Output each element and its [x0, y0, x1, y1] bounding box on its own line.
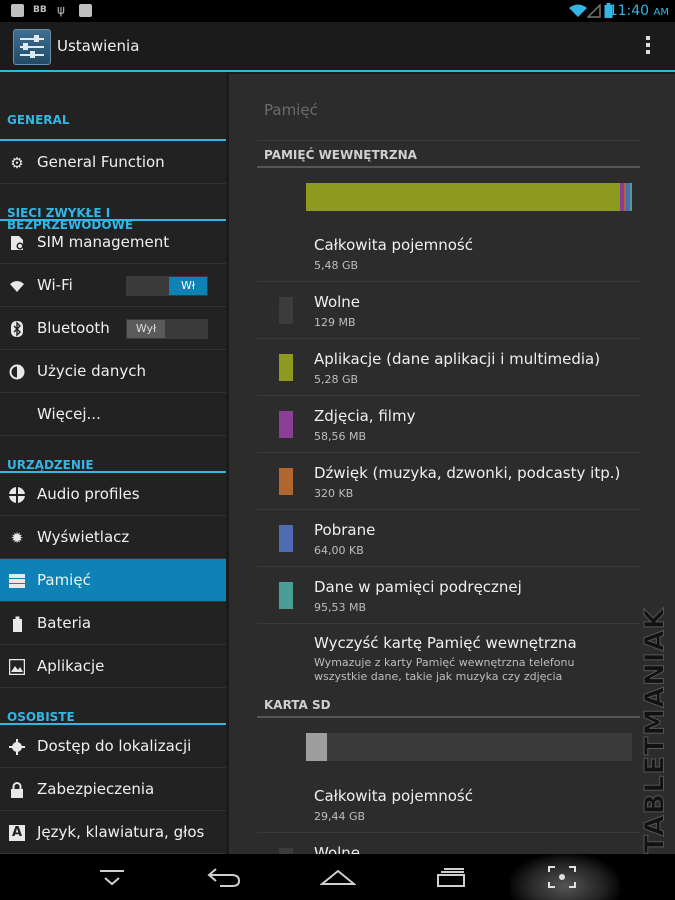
- overflow-menu-icon[interactable]: [645, 36, 651, 58]
- section-header-device: URZĄDZENIE: [0, 436, 226, 473]
- bbm-icon: BB: [33, 5, 47, 15]
- sidebar-item-battery[interactable]: Bateria: [0, 602, 226, 645]
- sd-usage-bar: [306, 733, 632, 761]
- divider: [257, 140, 640, 141]
- location-icon: [9, 739, 25, 755]
- color-swatch: [279, 525, 293, 552]
- recent-apps-icon[interactable]: [434, 864, 468, 890]
- sidebar-item-sim-management[interactable]: SIM management: [0, 221, 226, 264]
- gear-icon: ⚙: [10, 154, 24, 172]
- briefcase-icon: [79, 4, 92, 17]
- sidebar-item-bluetooth[interactable]: Bluetooth Wył: [0, 307, 226, 350]
- battery-icon: [9, 616, 25, 632]
- sidebar-item-apps[interactable]: Aplikacje: [0, 645, 226, 688]
- brightness-icon: ✹: [10, 529, 24, 547]
- data-usage-icon: [9, 364, 25, 380]
- usage-segment: [306, 733, 327, 761]
- storage-icon: [9, 573, 25, 589]
- sidebar-item-security[interactable]: Zabezpieczenia: [0, 768, 226, 811]
- bluetooth-toggle[interactable]: Wył: [126, 319, 208, 339]
- storage-row-downloads[interactable]: Pobrane 64,00 KB: [257, 510, 640, 567]
- sim-card-icon: [9, 235, 25, 251]
- lock-icon: [9, 782, 25, 798]
- hide-keyboard-icon[interactable]: [97, 864, 127, 890]
- clear-storage-row[interactable]: Wyczyść kartę Pamięć wewnętrzna Wymazuje…: [257, 624, 640, 689]
- sidebar-item-location[interactable]: Dostęp do lokalizacji: [0, 725, 226, 768]
- settings-sliders-icon[interactable]: [13, 29, 51, 65]
- color-swatch: [279, 468, 293, 495]
- color-swatch: [279, 582, 293, 609]
- apps-icon: [8, 658, 26, 676]
- settings-sidebar: GENERAL ⚙ General Function SIECI ZWYKŁE …: [0, 72, 226, 854]
- storage-panel: Pamięć PAMIĘĆ WEWNĘTRZNA Całkowita pojem…: [229, 74, 675, 854]
- clock: 11:40 AM: [608, 3, 669, 19]
- sidebar-item-wifi[interactable]: Wi-Fi Wł: [0, 264, 226, 307]
- internal-usage-bar: [306, 183, 632, 211]
- storage-row-audio[interactable]: Dźwięk (muzyka, dzwonki, podcasty itp.) …: [257, 453, 640, 510]
- screenshot-icon[interactable]: [547, 864, 577, 890]
- color-swatch: [279, 411, 293, 438]
- action-bar: Ustawienia: [0, 22, 675, 72]
- divider: [257, 166, 640, 168]
- pane-title: Pamięć: [264, 101, 318, 119]
- sd-storage-row-free[interactable]: Wolne: [257, 833, 640, 854]
- sidebar-item-display[interactable]: ✹ Wyświetlacz: [0, 516, 226, 559]
- wifi-icon: [9, 278, 25, 294]
- sd-card-header: KARTA SD: [264, 698, 331, 712]
- usb-icon: ψ: [57, 3, 65, 17]
- color-swatch: [279, 297, 293, 324]
- sidebar-item-data-usage[interactable]: Użycie danych: [0, 350, 226, 393]
- storage-row-photos[interactable]: Zdjęcia, filmy 58,56 MB: [257, 396, 640, 453]
- internal-storage-header: PAMIĘĆ WEWNĘTRZNA: [264, 148, 417, 162]
- storage-row-cache[interactable]: Dane w pamięci podręcznej 95,53 MB: [257, 567, 640, 624]
- total-capacity-row: Całkowita pojemność 5,48 GB: [257, 225, 640, 282]
- sd-total-capacity-row: Całkowita pojemność 29,44 GB: [257, 776, 640, 833]
- divider: [257, 716, 640, 718]
- sidebar-item-storage[interactable]: Pamięć: [0, 559, 226, 602]
- sidebar-item-language[interactable]: A Język, klawiatura, głos: [0, 811, 226, 854]
- storage-row-apps[interactable]: Aplikacje (dane aplikacji i multimedia) …: [257, 339, 640, 396]
- wifi-icon: [569, 4, 587, 17]
- language-icon: A: [9, 825, 25, 841]
- navigation-bar: [0, 854, 675, 900]
- wifi-toggle[interactable]: Wł: [126, 276, 208, 296]
- status-bar: BB ψ 11:40 AM: [0, 0, 675, 22]
- sidebar-item-general-function[interactable]: ⚙ General Function: [0, 141, 226, 184]
- home-icon[interactable]: [320, 864, 356, 890]
- image-icon: [11, 4, 24, 17]
- audio-profiles-icon: [9, 487, 25, 503]
- sidebar-item-more[interactable]: Więcej...: [0, 393, 226, 436]
- usage-segment: [630, 183, 632, 211]
- page-title: Ustawienia: [57, 37, 140, 55]
- section-header-networks: SIECI ZWYKŁE I BEZPRZEWODOWE: [0, 184, 226, 231]
- section-header-personal: OSOBISTE: [0, 688, 226, 725]
- color-swatch: [279, 354, 293, 381]
- storage-row-free[interactable]: Wolne 129 MB: [257, 282, 640, 339]
- back-icon[interactable]: [206, 864, 242, 890]
- watermark-logo: TABLETMANIAK: [639, 607, 671, 854]
- usage-segment: [306, 183, 620, 211]
- sidebar-item-audio-profiles[interactable]: Audio profiles: [0, 473, 226, 516]
- section-header-general: GENERAL: [0, 72, 226, 141]
- bluetooth-icon: [9, 321, 25, 337]
- signal-icon: [587, 4, 601, 18]
